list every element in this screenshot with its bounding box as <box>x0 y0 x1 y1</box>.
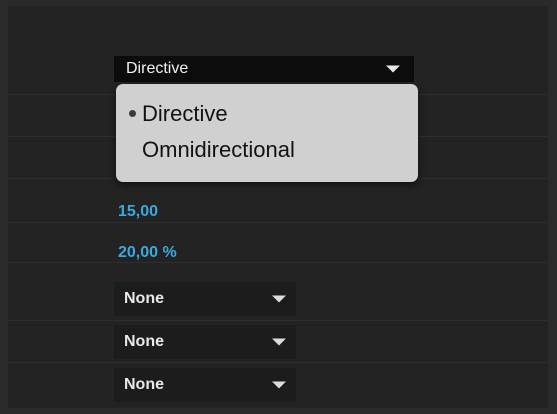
properties-panel: Directive 15,00 20,00 % None None None D… <box>8 6 548 408</box>
value-field[interactable]: 15,00 <box>118 203 158 221</box>
none-dropdown-3[interactable]: None <box>114 368 296 402</box>
none-dropdown-label: None <box>124 333 164 350</box>
row-divider <box>8 320 548 321</box>
none-dropdown-1[interactable]: None <box>114 282 296 316</box>
chevron-down-icon <box>272 338 286 346</box>
selected-bullet-icon <box>129 110 136 117</box>
chevron-down-icon <box>386 65 400 73</box>
dropdown-popup-menu: Directive Omnidirectional <box>116 84 418 182</box>
percentage-field[interactable]: 20,00 % <box>118 244 177 262</box>
chevron-down-icon <box>272 295 286 303</box>
row-divider <box>8 362 548 363</box>
mode-dropdown[interactable]: Directive <box>114 56 414 82</box>
popup-option-directive[interactable]: Directive <box>142 99 228 129</box>
row-divider <box>8 262 548 263</box>
row-divider <box>8 222 548 223</box>
mode-dropdown-label: Directive <box>126 60 189 77</box>
none-dropdown-2[interactable]: None <box>114 325 296 359</box>
none-dropdown-label: None <box>124 290 164 307</box>
popup-option-omnidirectional[interactable]: Omnidirectional <box>142 135 295 165</box>
chevron-down-icon <box>272 381 286 389</box>
none-dropdown-label: None <box>124 376 164 393</box>
window-frame: Directive 15,00 20,00 % None None None D… <box>0 0 557 414</box>
